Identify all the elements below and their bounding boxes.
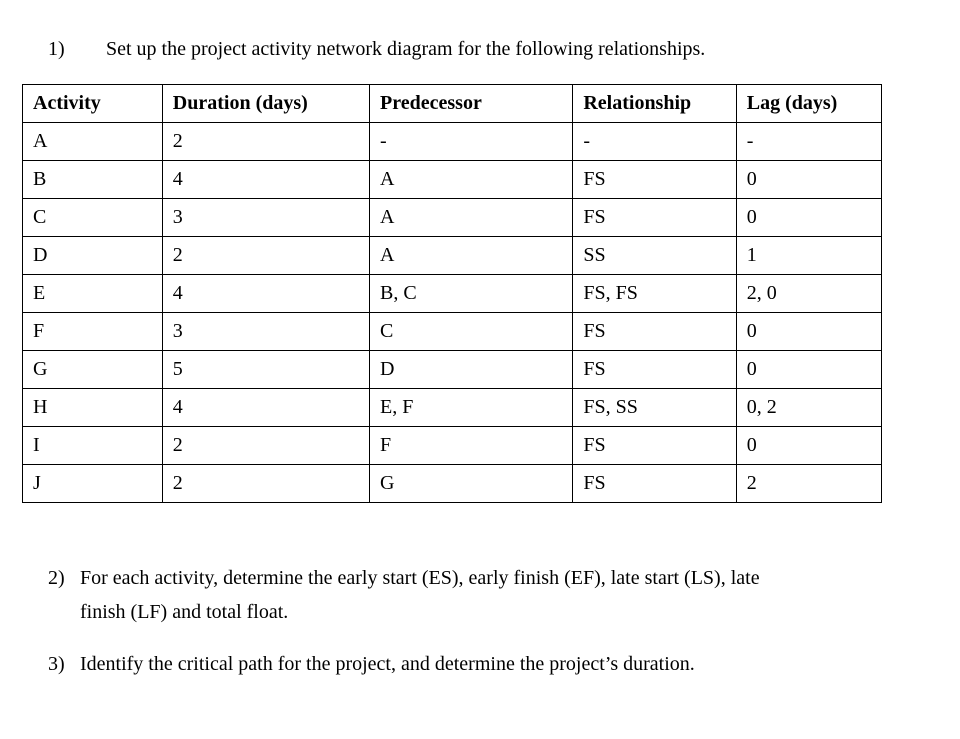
cell-duration: 3 xyxy=(162,313,369,351)
cell-duration: 4 xyxy=(162,389,369,427)
cell-predecessor: C xyxy=(370,313,573,351)
cell-activity: B xyxy=(23,161,163,199)
question-3-number: 3) xyxy=(48,653,80,676)
table-row: A2--- xyxy=(23,123,882,161)
header-activity: Activity xyxy=(23,85,163,123)
table-row: G5DFS0 xyxy=(23,351,882,389)
cell-duration: 2 xyxy=(162,123,369,161)
table-row: D2ASS1 xyxy=(23,237,882,275)
cell-activity: D xyxy=(23,237,163,275)
cell-lag: 2, 0 xyxy=(736,275,881,313)
cell-predecessor: G xyxy=(370,465,573,503)
header-predecessor: Predecessor xyxy=(370,85,573,123)
cell-activity: I xyxy=(23,427,163,465)
question-2-text-line1: For each activity, determine the early s… xyxy=(80,561,938,595)
page: 1) Set up the project activity network d… xyxy=(0,0,960,739)
cell-activity: J xyxy=(23,465,163,503)
cell-lag: 2 xyxy=(736,465,881,503)
cell-activity: G xyxy=(23,351,163,389)
table-row: J2GFS2 xyxy=(23,465,882,503)
cell-activity: C xyxy=(23,199,163,237)
cell-duration: 2 xyxy=(162,237,369,275)
table-row: B4AFS0 xyxy=(23,161,882,199)
cell-duration: 4 xyxy=(162,161,369,199)
cell-duration: 4 xyxy=(162,275,369,313)
cell-lag: 0 xyxy=(736,161,881,199)
cell-lag: 0 xyxy=(736,313,881,351)
cell-relationship: FS, FS xyxy=(573,275,736,313)
header-duration: Duration (days) xyxy=(162,85,369,123)
cell-predecessor: - xyxy=(370,123,573,161)
cell-duration: 3 xyxy=(162,199,369,237)
cell-relationship: FS xyxy=(573,351,736,389)
cell-lag: 0, 2 xyxy=(736,389,881,427)
header-lag: Lag (days) xyxy=(736,85,881,123)
cell-lag: 0 xyxy=(736,199,881,237)
cell-relationship: FS xyxy=(573,199,736,237)
cell-activity: H xyxy=(23,389,163,427)
cell-duration: 2 xyxy=(162,427,369,465)
header-relationship: Relationship xyxy=(573,85,736,123)
table-row: F3CFS0 xyxy=(23,313,882,351)
table-row: E4B, CFS, FS2, 0 xyxy=(23,275,882,313)
table-row: I2FFS0 xyxy=(23,427,882,465)
cell-duration: 2 xyxy=(162,465,369,503)
cell-predecessor: D xyxy=(370,351,573,389)
cell-relationship: FS xyxy=(573,465,736,503)
activity-table-body: A2---B4AFS0C3AFS0D2ASS1E4B, CFS, FS2, 0F… xyxy=(23,123,882,503)
cell-predecessor: A xyxy=(370,199,573,237)
cell-predecessor: A xyxy=(370,237,573,275)
cell-relationship: - xyxy=(573,123,736,161)
cell-activity: F xyxy=(23,313,163,351)
table-row: H4E, FFS, SS0, 2 xyxy=(23,389,882,427)
question-1: 1) Set up the project activity network d… xyxy=(22,32,938,66)
cell-predecessor: B, C xyxy=(370,275,573,313)
cell-relationship: FS xyxy=(573,427,736,465)
question-3: 3) Identify the critical path for the pr… xyxy=(48,647,938,681)
question-2-text-line2: finish (LF) and total float. xyxy=(80,595,938,629)
cell-lag: 0 xyxy=(736,427,881,465)
cell-relationship: FS xyxy=(573,313,736,351)
table-row: C3AFS0 xyxy=(23,199,882,237)
cell-lag: 1 xyxy=(736,237,881,275)
cell-activity: A xyxy=(23,123,163,161)
question-1-text: Set up the project activity network diag… xyxy=(106,32,938,66)
question-3-text: Identify the critical path for the proje… xyxy=(80,647,938,681)
question-2-number: 2) xyxy=(48,567,80,590)
cell-lag: 0 xyxy=(736,351,881,389)
activity-table: Activity Duration (days) Predecessor Rel… xyxy=(22,84,882,503)
question-1-number: 1) xyxy=(22,38,106,61)
cell-lag: - xyxy=(736,123,881,161)
cell-relationship: FS xyxy=(573,161,736,199)
spacer xyxy=(22,543,938,561)
cell-relationship: FS, SS xyxy=(573,389,736,427)
cell-predecessor: E, F xyxy=(370,389,573,427)
cell-duration: 5 xyxy=(162,351,369,389)
table-header-row: Activity Duration (days) Predecessor Rel… xyxy=(23,85,882,123)
cell-activity: E xyxy=(23,275,163,313)
cell-relationship: SS xyxy=(573,237,736,275)
question-2: 2) For each activity, determine the earl… xyxy=(48,561,938,629)
cell-predecessor: A xyxy=(370,161,573,199)
cell-predecessor: F xyxy=(370,427,573,465)
